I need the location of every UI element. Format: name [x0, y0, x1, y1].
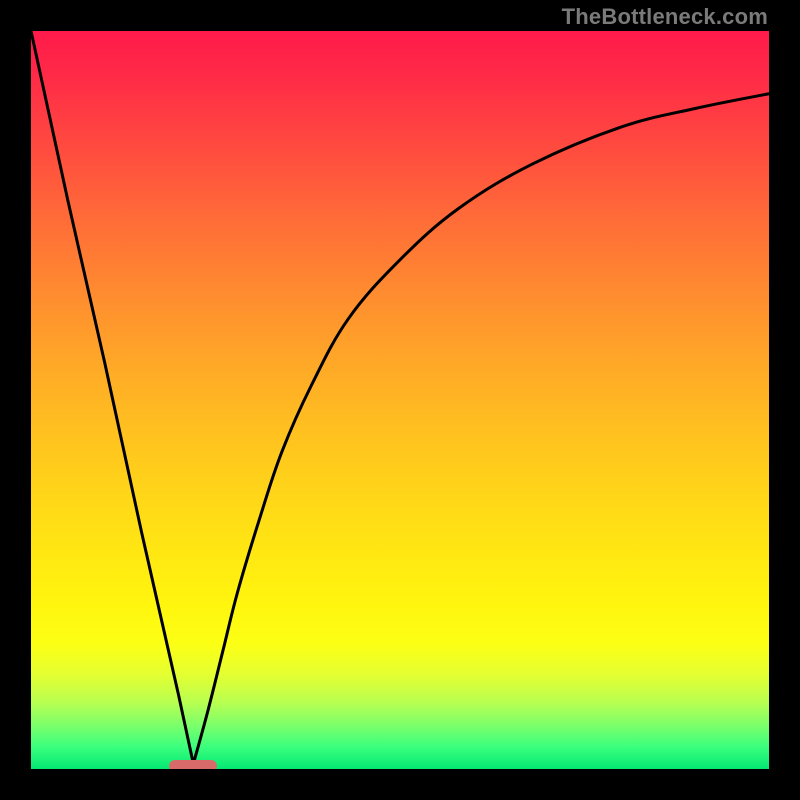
- curve-path: [31, 31, 769, 764]
- plot-area: [31, 31, 769, 769]
- bottleneck-curve: [31, 31, 769, 769]
- optimum-marker: [169, 760, 217, 769]
- attribution-text: TheBottleneck.com: [562, 4, 768, 30]
- chart-frame: TheBottleneck.com: [0, 0, 800, 800]
